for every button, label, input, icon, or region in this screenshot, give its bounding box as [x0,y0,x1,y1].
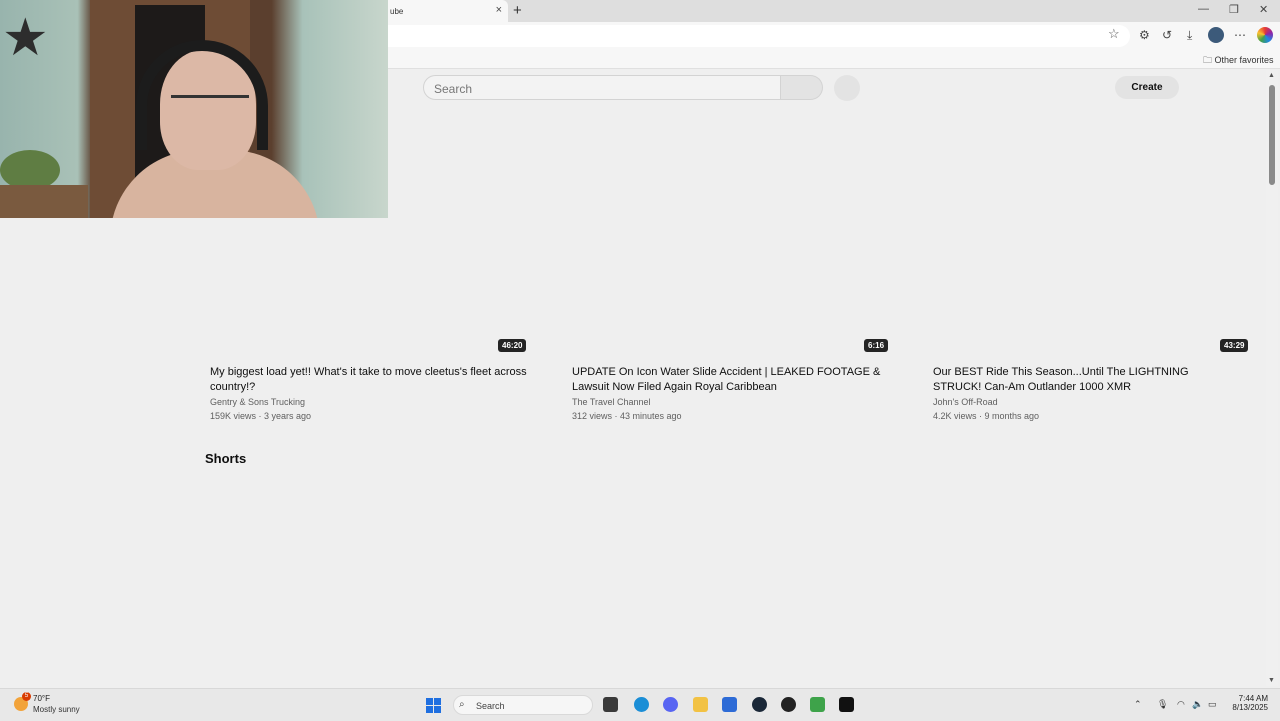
browser-tab[interactable]: ube × [380,0,508,22]
channel-name[interactable]: The Travel Channel [572,397,651,407]
channel-name[interactable]: John's Off-Road [933,397,998,407]
battery-icon[interactable]: ▭ [1208,699,1217,710]
scroll-up-icon[interactable]: ▲ [1268,72,1275,79]
edge-icon[interactable] [634,697,649,712]
shorts-heading: Shorts [205,451,247,466]
duration-badge: 46:20 [498,339,527,352]
weather-condition: Mostly sunny [33,705,80,714]
weather-temperature: 70°F [33,694,50,703]
duration-badge: 43:29 [1220,339,1249,352]
taskbar-search-label: Search [476,701,505,711]
video-title[interactable]: My biggest load yet!! What's it take to … [210,365,530,395]
scroll-down-icon[interactable]: ▼ [1268,677,1275,684]
restore-icon[interactable]: ❐ [1229,3,1239,16]
search-input[interactable]: Search [423,75,781,100]
video-title[interactable]: UPDATE On Icon Water Slide Accident | LE… [572,365,892,395]
mic-icon[interactable] [834,75,860,101]
chevron-up-icon[interactable]: ⌃ [1134,699,1142,710]
video-stats: 312 views · 43 minutes ago [572,411,682,421]
new-tab-icon[interactable]: + [513,2,522,19]
other-favorites[interactable]: 🗀 Other favorites [1203,53,1274,69]
store-icon[interactable] [722,697,737,712]
mic-icon[interactable]: 🎙 [1157,699,1168,710]
copilot-icon[interactable] [1257,27,1273,43]
steam-icon[interactable] [752,697,767,712]
star-icon[interactable]: ☆ [1108,26,1120,42]
close-window-icon[interactable]: ✕ [1259,3,1268,16]
weather-badge: 5 [22,692,31,701]
video-title[interactable]: Our BEST Ride This Season...Until The LI… [933,365,1233,395]
channel-name[interactable]: Gentry & Sons Trucking [210,397,305,407]
task-view-icon[interactable] [603,697,618,712]
profile-avatar[interactable] [1208,27,1224,43]
discord-icon[interactable] [663,697,678,712]
search-placeholder: Search [434,82,473,96]
minimize-icon[interactable]: — [1198,3,1209,15]
nvidia-icon[interactable] [839,697,854,712]
create-button[interactable]: Create [1115,76,1179,99]
more-icon[interactable]: ⋯ [1234,28,1246,42]
taskbar-search[interactable]: ⌕ Search [453,695,593,715]
clock[interactable]: 7:44 AM 8/13/2025 [1224,694,1268,712]
clock-date: 8/13/2025 [1232,703,1268,712]
folder-icon: 🗀 [1203,55,1213,65]
search-icon: ⌕ [459,699,465,710]
video-stats: 4.2K views · 9 months ago [933,411,1040,421]
webcam-overlay: ★ [0,0,388,218]
extensions-icon[interactable]: ⚙ [1139,28,1150,42]
file-explorer-icon[interactable] [693,697,708,712]
search-button[interactable] [781,75,823,100]
app-icon[interactable] [781,697,796,712]
clock-time: 7:44 AM [1238,694,1268,703]
duration-badge: 6:16 [864,339,889,352]
volume-icon[interactable]: 🔈 [1192,699,1203,710]
tab-close-icon[interactable]: × [496,4,502,16]
taskbar: 5 70°F Mostly sunny ⌕ Search ⌃ 🎙 ◠ 🔈 ▭ 7… [0,688,1280,721]
windows-icon[interactable] [426,698,441,713]
webcam-plant [0,150,60,190]
scrollbar[interactable]: ▲ ▼ [1266,70,1278,686]
app-icon[interactable] [810,697,825,712]
webcam-shelf [0,185,88,218]
other-favorites-label: Other favorites [1214,55,1274,65]
tab-title: ube [390,7,404,16]
wifi-icon[interactable]: ◠ [1177,699,1185,710]
scrollbar-thumb[interactable] [1269,85,1275,185]
history-icon[interactable]: ↺ [1162,28,1172,42]
download-icon[interactable]: ⤓ [1187,28,1192,43]
video-stats: 159K views · 3 years ago [210,411,312,421]
webcam-star-decor: ★ [2,9,49,67]
